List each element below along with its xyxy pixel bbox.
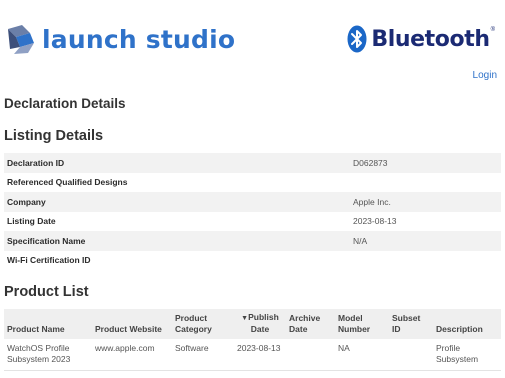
- registered-mark: ®: [490, 27, 495, 33]
- launch-studio-mark-icon: [8, 25, 34, 54]
- detail-row-company: Company Apple Inc.: [4, 192, 501, 212]
- cell-product-category: Software: [172, 339, 234, 371]
- page: launch studio Bluetooth ® Login Declarat…: [0, 0, 505, 378]
- column-header-subset-id[interactable]: Subset ID: [389, 309, 433, 339]
- listing-details-table: Declaration ID D062873 Referenced Qualif…: [4, 153, 501, 270]
- detail-value: N/A: [353, 235, 368, 246]
- detail-row-listing-date: Listing Date 2023-08-13: [4, 212, 501, 232]
- detail-value: D062873: [353, 157, 388, 168]
- detail-value: 2023-08-13: [353, 216, 397, 227]
- cell-description: Profile Subsystem: [433, 339, 501, 371]
- table-row: WatchOS Profile Subsystem 2023 www.apple…: [4, 339, 501, 371]
- column-header-product-name[interactable]: Product Name: [4, 309, 92, 339]
- bluetooth-wordmark: Bluetooth: [371, 26, 490, 52]
- detail-label: Declaration ID: [7, 157, 65, 168]
- table-header-row: Product Name Product Website Product Cat…: [4, 309, 501, 339]
- column-header-publish-date[interactable]: ▼Publish Date: [234, 309, 286, 339]
- product-list-table: Product Name Product Website Product Cat…: [4, 309, 501, 371]
- detail-row-wifi-certification: Wi-Fi Certification ID: [4, 251, 501, 271]
- page-title: Declaration Details: [4, 96, 126, 111]
- bluetooth-rune-icon: [347, 25, 367, 53]
- detail-label: Referenced Qualified Designs: [7, 177, 128, 188]
- detail-row-declaration-id: Declaration ID D062873: [4, 153, 501, 173]
- cell-subset-id: [389, 339, 433, 371]
- detail-value: Apple Inc.: [353, 196, 391, 207]
- column-header-label: Publish Date: [248, 312, 279, 334]
- detail-label: Specification Name: [7, 235, 86, 246]
- listing-details-heading: Listing Details: [4, 128, 104, 144]
- detail-label: Wi-Fi Certification ID: [7, 255, 91, 266]
- column-header-product-website[interactable]: Product Website: [92, 309, 172, 339]
- detail-row-specification-name: Specification Name N/A: [4, 231, 501, 251]
- detail-label: Company: [7, 196, 46, 207]
- cell-product-website: www.apple.com: [92, 339, 172, 371]
- cell-model-number: NA: [335, 339, 389, 371]
- column-header-description[interactable]: Description: [433, 309, 501, 339]
- cell-product-name: WatchOS Profile Subsystem 2023: [4, 339, 92, 371]
- detail-row-referenced-designs: Referenced Qualified Designs: [4, 173, 501, 193]
- cell-archive-date: [286, 339, 335, 371]
- column-header-product-category[interactable]: Product Category: [172, 309, 234, 339]
- launch-studio-logo[interactable]: launch studio: [6, 22, 235, 56]
- cell-publish-date: 2023-08-13: [234, 339, 286, 371]
- bluetooth-logo: Bluetooth ®: [347, 24, 495, 54]
- brand-name: launch studio: [42, 24, 236, 54]
- column-header-archive-date[interactable]: Archive Date: [286, 309, 335, 339]
- product-list-heading: Product List: [4, 284, 89, 300]
- login-link[interactable]: Login: [473, 70, 497, 81]
- column-header-model-number[interactable]: Model Number: [335, 309, 389, 339]
- detail-label: Listing Date: [7, 216, 56, 227]
